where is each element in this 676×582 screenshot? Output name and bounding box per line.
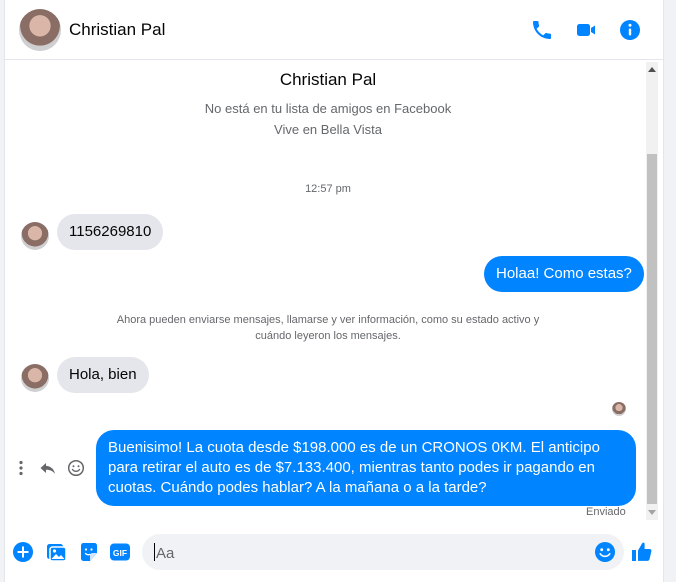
system-notice-text: Ahora pueden enviarse mensajes, llamarse… [116,314,540,342]
system-notice: Ahora pueden enviarse mensajes, llamarse… [5,312,651,344]
outgoing-message[interactable]: Holaa! Como estas? [484,256,644,292]
react-icon[interactable] [67,459,85,477]
sticker-icon[interactable] [78,541,100,563]
plus-icon[interactable] [12,541,34,563]
location-text: Vive en Bella Vista [274,122,382,137]
contact-avatar[interactable] [21,364,49,392]
scroll-down-icon[interactable] [648,510,656,515]
incoming-message[interactable]: 1156269810 [57,214,164,250]
svg-text:GIF: GIF [113,548,127,558]
message-composer[interactable] [142,534,624,572]
incoming-message[interactable]: Hola, bien [57,357,149,393]
profile-name: Christian Pal [279,70,377,89]
outgoing-message[interactable]: Buenisimo! La cuota desde $198.000 es de… [96,430,636,506]
message-input[interactable] [154,534,588,572]
message-timestamp: 12:57 pm [305,183,351,195]
reply-icon[interactable] [39,459,57,477]
like-icon[interactable] [630,540,654,564]
gif-icon[interactable]: GIF [109,541,131,563]
contact-avatar[interactable] [21,222,49,250]
phone-icon[interactable] [530,18,554,42]
image-icon[interactable] [45,541,67,563]
chat-window: Christian Pal Christian Pal No está en t… [4,0,664,582]
info-icon[interactable] [618,18,642,42]
friend-status: No está en tu lista de amigos en Faceboo… [204,101,452,116]
read-receipt-avatar [612,402,626,416]
avatar[interactable] [19,9,61,51]
chat-header: Christian Pal [5,0,663,60]
more-icon[interactable] [12,459,30,477]
emoji-icon[interactable] [594,541,616,563]
video-icon[interactable] [574,18,598,42]
message-status: Enviado [586,506,626,518]
header-contact-name[interactable]: Christian Pal [69,20,165,40]
